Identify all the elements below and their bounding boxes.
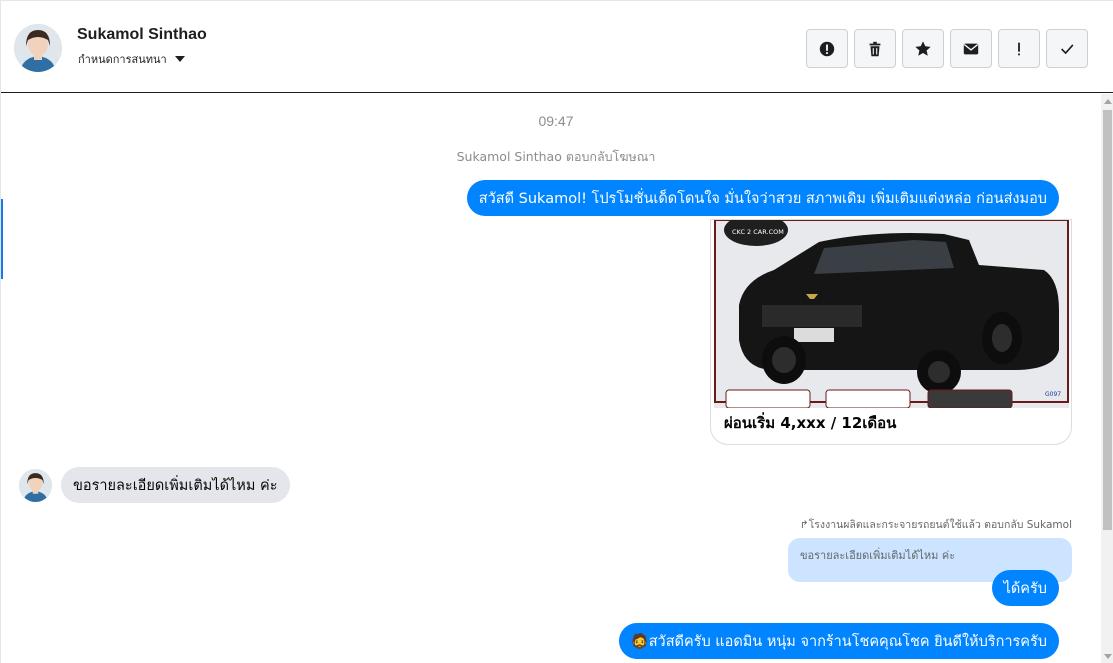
- envelope-icon: [963, 43, 979, 54]
- scrollbar-thumb[interactable]: [1103, 110, 1112, 530]
- outgoing-message: 🧔 สวัสดีครับ แอดมิน หนุ่ม จากร้านโชคคุณโช…: [618, 623, 1059, 659]
- assign-label: กำหนดการสนทนา: [78, 53, 167, 66]
- ad-watermark: CKC 2 CAR.COM: [732, 228, 784, 236]
- check-icon: [1061, 43, 1074, 54]
- outgoing-message: ได้ครับ: [991, 570, 1059, 606]
- conversation-actions-toolbar: [806, 29, 1088, 68]
- star-button[interactable]: [902, 29, 944, 68]
- scroll-up-arrow-icon[interactable]: [1104, 99, 1112, 104]
- delete-button[interactable]: [854, 29, 896, 68]
- caret-down-icon: [174, 56, 185, 62]
- ad-badge: G097: [1045, 391, 1061, 398]
- sender-avatar[interactable]: [19, 468, 52, 502]
- conversation-header: Sukamol Sinthao กำหนดการสนทนา: [1, 1, 1113, 93]
- mark-spam-button[interactable]: [806, 29, 848, 68]
- exclamation-circle-icon: [819, 41, 835, 56]
- reply-context-text: โรงงานผลิตและกระจายรถยนต์ใช้แล้ว ตอบกลับ…: [808, 519, 1072, 531]
- message-thread[interactable]: 09:47 Sukamol Sinthao ตอบกลับโฆษณา สวัสด…: [1, 94, 1101, 663]
- trash-icon: [869, 41, 881, 56]
- inbox-conversation-view: Sukamol Sinthao กำหนดการสนทนา 09:47 Suka…: [0, 0, 1113, 663]
- mark-done-button[interactable]: [1046, 29, 1088, 68]
- user-avatar-icon: [14, 24, 62, 72]
- ad-image[interactable]: CKC 2 CAR.COM G097: [714, 220, 1069, 409]
- contact-name[interactable]: Sukamol Sinthao: [77, 26, 207, 44]
- user-avatar-icon: [19, 468, 52, 502]
- ad-card-message[interactable]: CKC 2 CAR.COM G097 ผ่อนเริ่ม 4,xxx / 12เ…: [710, 219, 1072, 445]
- reply-arrow-icon: ↱: [799, 519, 809, 531]
- incoming-message: ขอรายละเอียดเพิ่มเติมได้ไหม ค่ะ: [61, 467, 290, 503]
- ad-caption: ผ่อนเริ่ม 4,xxx / 12เดือน: [724, 414, 897, 432]
- incoming-message-row: ขอรายละเอียดเพิ่มเติมได้ไหม ค่ะ: [19, 467, 290, 503]
- car-photo-icon: CKC 2 CAR.COM G097: [714, 220, 1069, 409]
- outgoing-message-text: สวัสดีครับ แอดมิน หนุ่ม จากร้านโชคคุณโชค…: [648, 633, 1047, 650]
- man-emoji-icon: 🧔: [630, 633, 649, 650]
- reply-context-note: ↱โรงงานผลิตและกระจายรถยนต์ใช้แล้ว ตอบกลั…: [800, 516, 1072, 533]
- selection-indicator: [1, 199, 3, 279]
- outgoing-message: สวัสดี Sukamol! โปรโมชั่นเด็ดโดนใจ มั่นใ…: [466, 180, 1059, 216]
- mark-unread-button[interactable]: [950, 29, 992, 68]
- scroll-down-arrow-icon[interactable]: [1104, 654, 1112, 659]
- exclamation-icon: [1018, 42, 1020, 55]
- star-icon: [915, 40, 931, 56]
- message-timestamp: 09:47: [538, 113, 574, 129]
- follow-up-button[interactable]: [998, 29, 1040, 68]
- contact-avatar[interactable]: [14, 24, 62, 72]
- assign-conversation-dropdown[interactable]: กำหนดการสนทนา: [78, 50, 185, 68]
- ad-reply-note: Sukamol Sinthao ตอบกลับโฆษณา: [456, 149, 656, 164]
- chat-scrollbar[interactable]: [1101, 94, 1113, 663]
